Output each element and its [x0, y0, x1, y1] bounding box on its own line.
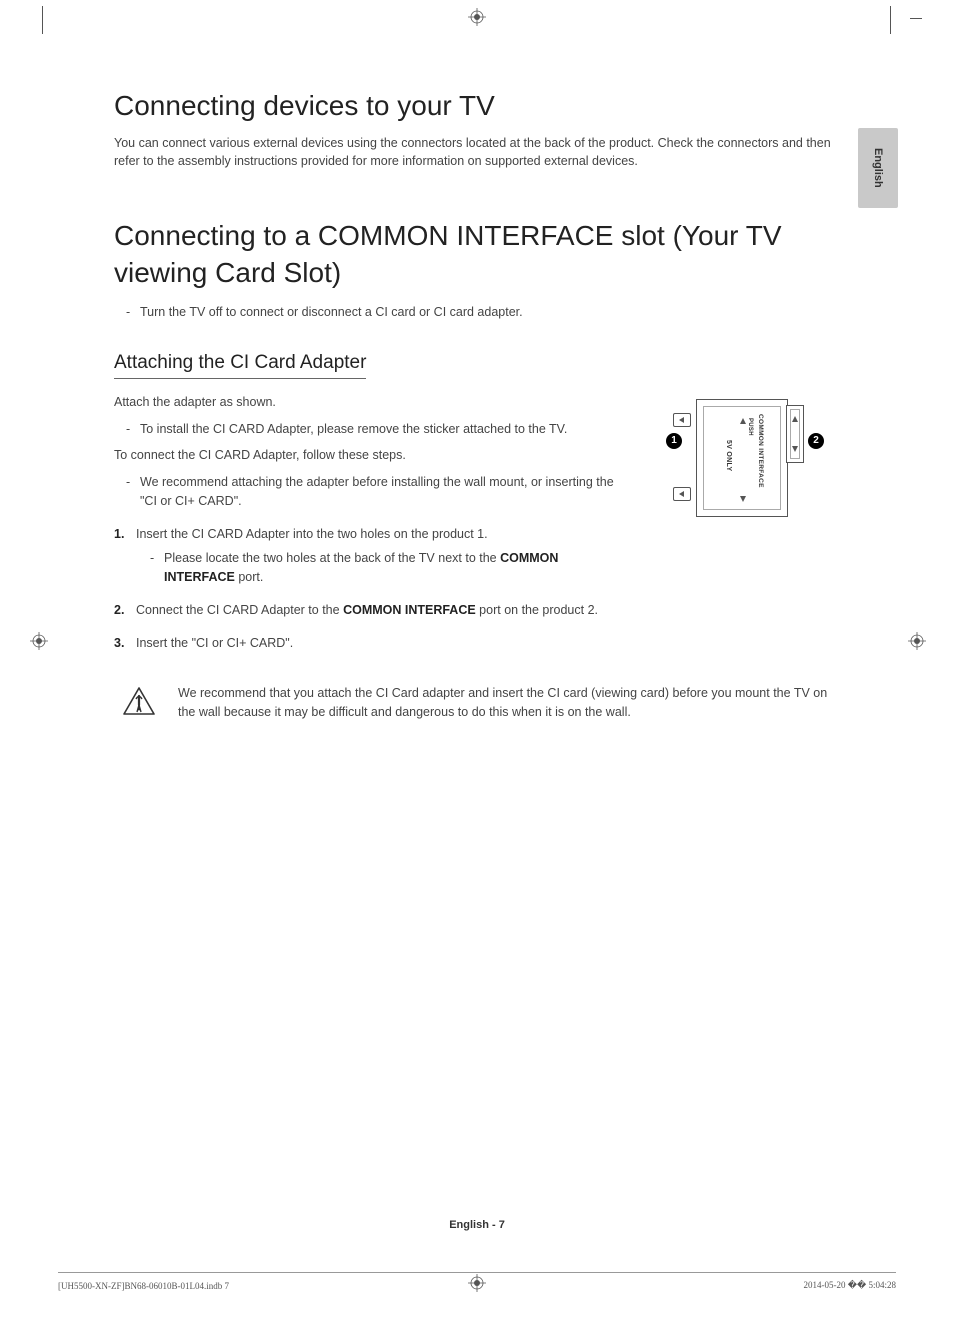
- step-text: Insert the CI CARD Adapter into the two …: [136, 527, 488, 541]
- arrow-left-icon: [673, 413, 691, 427]
- step-1: 1. Insert the CI CARD Adapter into the t…: [114, 525, 632, 587]
- page-footer-right: 2014-05-20 �� 5:04:28: [804, 1280, 896, 1291]
- step-number: 1.: [114, 525, 124, 544]
- page-content: Connecting devices to your TV You can co…: [114, 90, 834, 722]
- note-list: Turn the TV off to connect or disconnect…: [114, 303, 834, 322]
- arrow-left-icon: [673, 487, 691, 501]
- step-sub-text: Please locate the two holes at the back …: [150, 549, 632, 587]
- diagram-label-5v: 5V ONLY: [725, 440, 732, 471]
- diagram-arrows-icon: [739, 410, 747, 510]
- diagram-badge-1: 1: [666, 433, 682, 449]
- diagram-side-tab: [786, 405, 804, 463]
- body-text: Attach the adapter as shown.: [114, 393, 632, 412]
- diagram-arrows-icon: [791, 412, 799, 456]
- heading-common-interface: Connecting to a COMMON INTERFACE slot (Y…: [114, 218, 834, 291]
- registration-mark-icon: [908, 632, 926, 650]
- crop-mark: [890, 6, 891, 34]
- step-3: 3. Insert the "CI or CI+ CARD".: [114, 634, 632, 653]
- step-number: 2.: [114, 601, 124, 620]
- page-footer-left: [UH5500-XN-ZF]BN68-06010B-01L04.indb 7: [58, 1281, 229, 1291]
- footer-divider: [58, 1272, 896, 1273]
- body-sub-text: To install the CI CARD Adapter, please r…: [126, 420, 632, 439]
- step-number: 3.: [114, 634, 124, 653]
- body-sub-text: We recommend attaching the adapter befor…: [126, 473, 632, 511]
- language-tab: English: [858, 128, 898, 208]
- registration-mark-icon: [468, 1274, 486, 1292]
- body-text: To connect the CI CARD Adapter, follow t…: [114, 446, 632, 465]
- registration-mark-icon: [30, 632, 48, 650]
- warning-text: We recommend that you attach the CI Card…: [178, 684, 834, 722]
- language-tab-label: English: [872, 148, 884, 188]
- steps-list: 1. Insert the CI CARD Adapter into the t…: [114, 525, 632, 653]
- registration-mark-icon: [468, 8, 486, 26]
- step-2: 2. Connect the CI CARD Adapter to the CO…: [114, 601, 632, 620]
- diagram-slot: COMMON INTERFACE PUSH 5V ONLY: [696, 399, 788, 517]
- warning-icon: [122, 686, 156, 721]
- ci-adapter-diagram: 1 2 COMMON INTERFACE PUSH 5V ONLY: [656, 393, 834, 523]
- diagram-label-common-interface: COMMON INTERFACE: [757, 414, 764, 488]
- step-text: Insert the "CI or CI+ CARD".: [136, 636, 293, 650]
- warning-note: We recommend that you attach the CI Card…: [114, 684, 834, 722]
- crop-mark: [910, 18, 922, 19]
- subheading-attaching-adapter: Attaching the CI Card Adapter: [114, 352, 366, 379]
- page-footer-center: English - 7: [0, 1219, 954, 1231]
- heading-connecting-devices: Connecting devices to your TV: [114, 90, 834, 122]
- diagram-label-push: PUSH: [747, 418, 753, 436]
- intro-paragraph: You can connect various external devices…: [114, 134, 834, 170]
- diagram-badge-2: 2: [808, 433, 824, 449]
- crop-mark: [42, 6, 43, 34]
- note-item: Turn the TV off to connect or disconnect…: [126, 303, 834, 322]
